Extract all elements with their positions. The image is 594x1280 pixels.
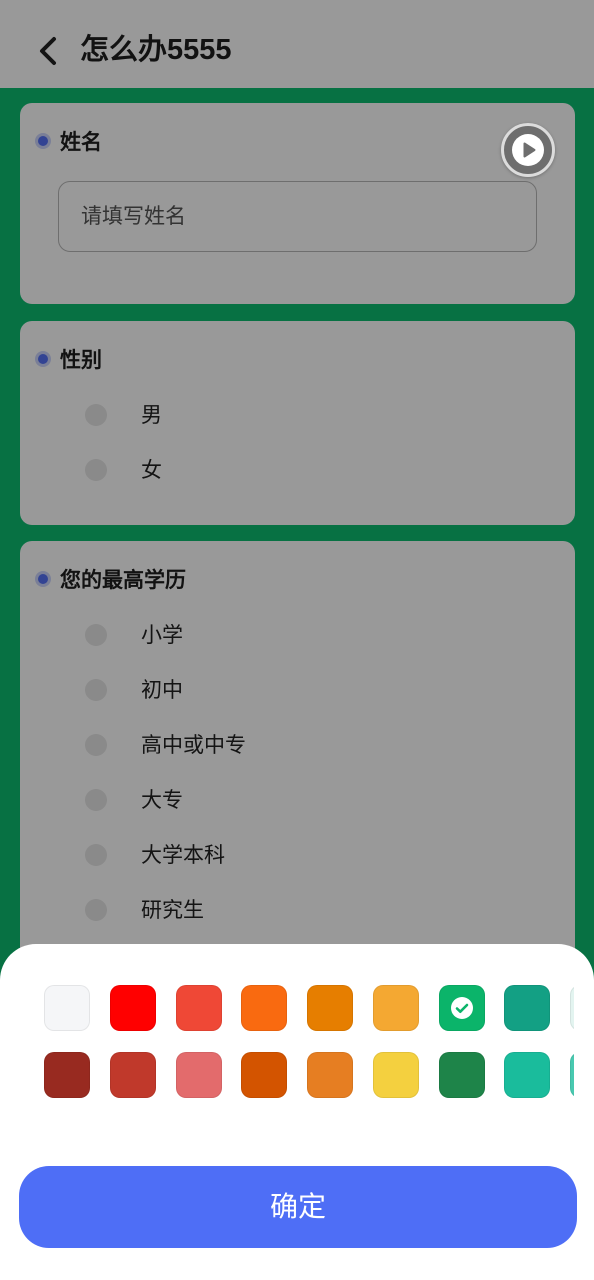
color-swatch[interactable] (44, 985, 90, 1031)
color-swatch-selected[interactable] (438, 985, 485, 1031)
confirm-button[interactable]: 确定 (19, 1166, 577, 1248)
color-swatch-row (44, 985, 574, 1031)
check-icon (450, 996, 474, 1020)
play-button[interactable] (501, 123, 555, 177)
color-swatch[interactable] (307, 985, 353, 1031)
color-swatch[interactable] (372, 985, 419, 1031)
color-swatch[interactable] (175, 1052, 222, 1098)
color-swatch[interactable] (372, 1052, 419, 1098)
color-swatch[interactable] (241, 1052, 288, 1098)
color-swatch[interactable] (307, 1052, 353, 1098)
color-swatch[interactable] (175, 985, 222, 1031)
color-swatch[interactable] (504, 985, 551, 1031)
color-swatch[interactable] (241, 985, 288, 1031)
color-swatch[interactable] (109, 1052, 156, 1098)
color-swatch[interactable] (44, 1052, 90, 1098)
color-swatch-grid[interactable] (44, 985, 574, 1098)
play-icon (512, 134, 544, 166)
color-swatch[interactable] (570, 1052, 574, 1098)
color-swatch[interactable] (570, 985, 574, 1031)
color-swatch[interactable] (109, 985, 156, 1031)
color-swatch[interactable] (438, 1052, 485, 1098)
color-picker-sheet: 确定 (0, 944, 594, 1280)
color-swatch-row (44, 1052, 574, 1098)
color-swatch[interactable] (504, 1052, 551, 1098)
